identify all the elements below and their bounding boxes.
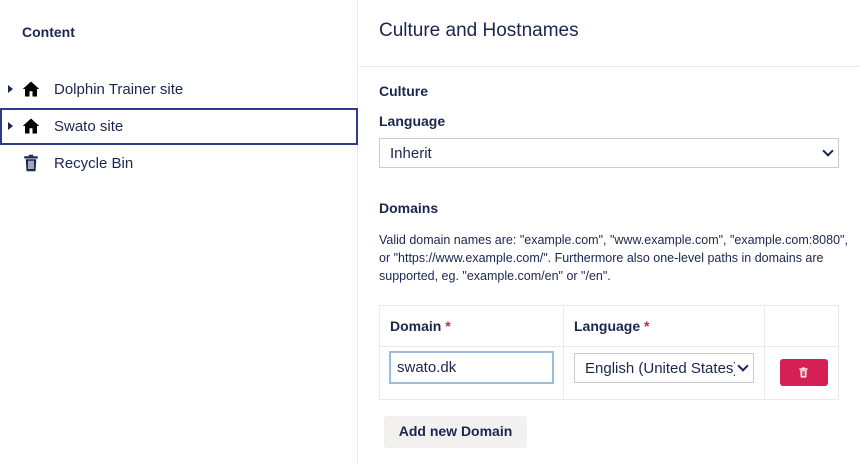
culture-language-value: Inherit [390, 145, 432, 162]
content-tree: Dolphin Trainer site Swato site Recycle … [0, 71, 358, 182]
panel-header: Culture and Hostnames [359, 0, 859, 67]
culture-hostnames-panel: Culture and Hostnames Culture Language I… [359, 0, 859, 465]
domain-input[interactable] [389, 351, 554, 384]
tree-item-label: Recycle Bin [54, 155, 134, 172]
sidebar-title: Content [22, 24, 75, 40]
home-icon [22, 118, 40, 134]
column-divider [563, 306, 564, 399]
chevron-down-icon [737, 360, 749, 372]
required-marker: * [644, 318, 650, 334]
delete-domain-button[interactable] [780, 359, 828, 386]
add-new-domain-button[interactable]: Add new Domain [384, 416, 527, 448]
language-label: Language [379, 113, 446, 129]
add-new-domain-label: Add new Domain [398, 423, 513, 439]
column-header-language: Language * [574, 318, 649, 334]
tree-item-label: Dolphin Trainer site [54, 81, 184, 98]
domains-help-text: Valid domain names are: "example.com", "… [379, 233, 848, 283]
required-marker: * [445, 318, 451, 334]
tree-item-label: Swato site [54, 118, 124, 135]
trash-icon [24, 154, 38, 172]
chevron-down-icon [822, 145, 834, 157]
tree-item-dolphin-trainer-site[interactable]: Dolphin Trainer site [0, 71, 358, 108]
tree-item-recycle-bin[interactable]: Recycle Bin [0, 145, 358, 182]
column-header-label: Language [574, 318, 641, 334]
expand-caret-icon[interactable] [8, 85, 13, 93]
panel-title: Culture and Hostnames [379, 20, 579, 41]
domains-heading: Domains [379, 200, 439, 216]
domains-table: Domain * Language * English (United Stat… [379, 305, 839, 400]
header-divider [380, 346, 838, 347]
content-tree-panel: Content Dolphin Trainer site Swato site [0, 0, 358, 465]
domain-language-select[interactable]: English (United States) [574, 353, 754, 383]
column-divider [764, 306, 765, 399]
expand-caret-icon[interactable] [8, 122, 13, 130]
culture-language-select[interactable]: Inherit [379, 138, 839, 168]
domain-language-value: English (United States) [585, 360, 735, 377]
trash-icon [799, 367, 808, 378]
column-header-label: Domain [390, 318, 442, 334]
culture-heading: Culture [379, 83, 428, 99]
column-header-domain: Domain * [390, 318, 451, 334]
tree-item-swato-site[interactable]: Swato site [0, 108, 358, 145]
home-icon [22, 81, 40, 97]
